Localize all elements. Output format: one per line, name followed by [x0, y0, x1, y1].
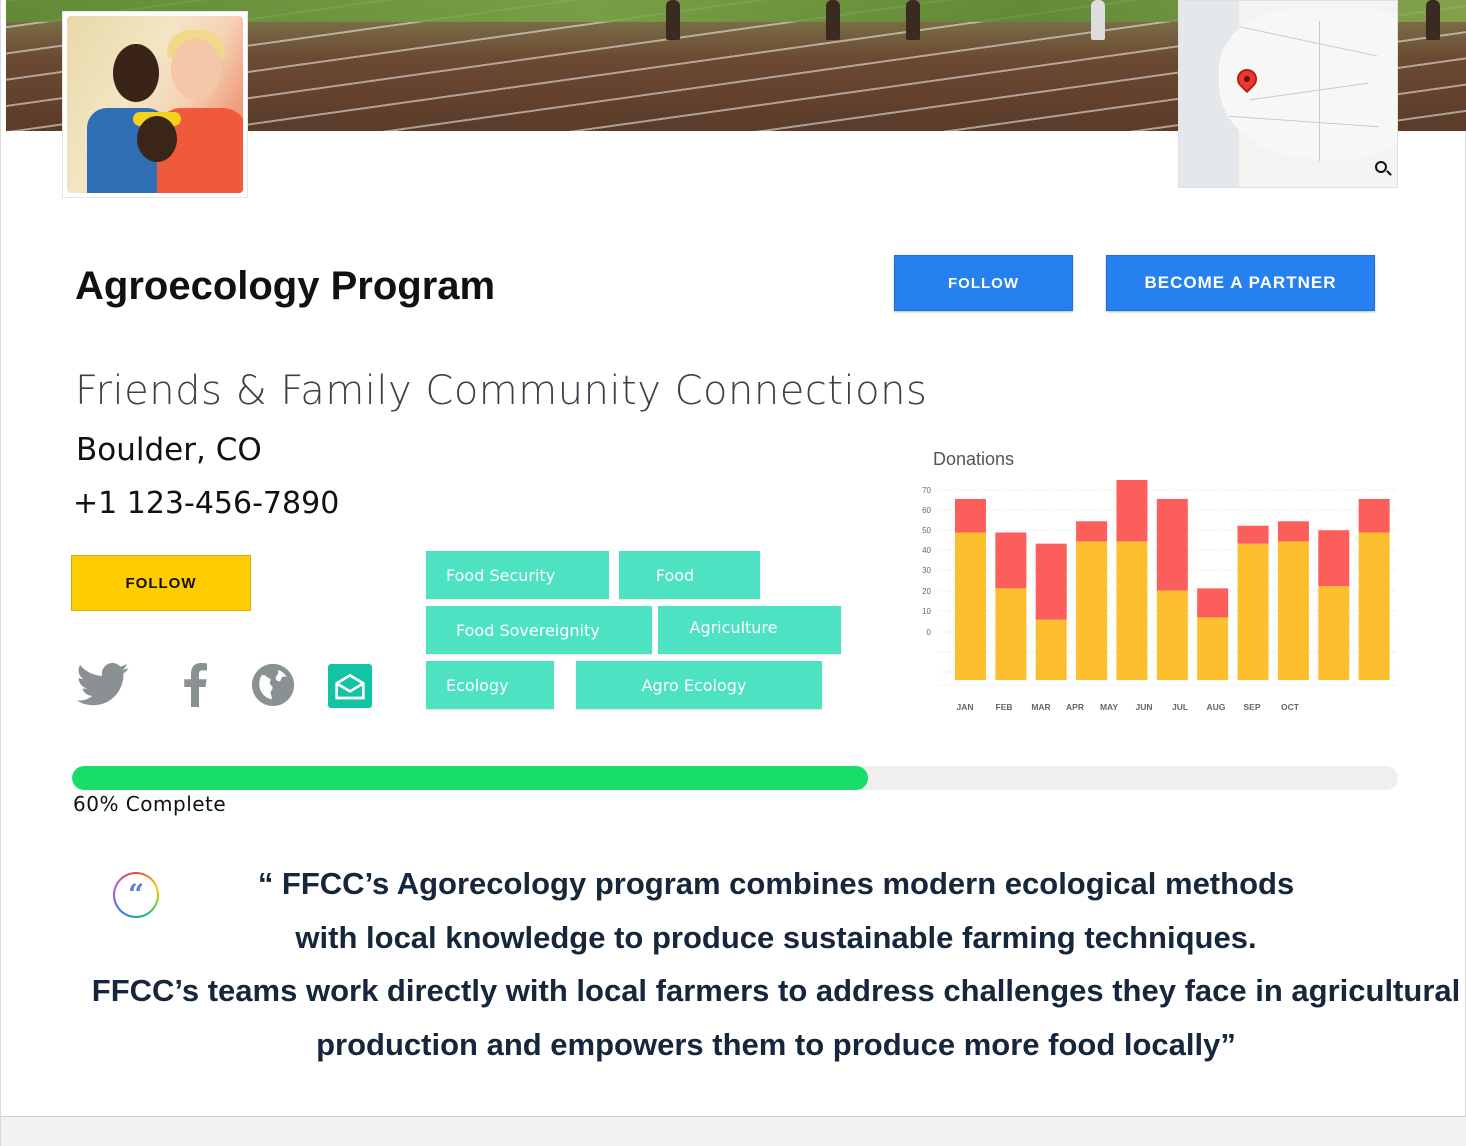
tag-food-security[interactable]: Food Security — [426, 551, 609, 599]
quote-line: with local knowledge to produce sustaina… — [295, 920, 1257, 955]
location-text: Boulder, CO — [76, 432, 262, 468]
bar-segment-top — [1197, 588, 1229, 618]
profile-avatar[interactable] — [62, 11, 248, 198]
quote-line: “ FFCC’s Agorecology program combines mo… — [257, 866, 1295, 901]
bar-segment-base — [1318, 586, 1350, 680]
tag-food-sovereignty[interactable]: Food Sovereignity — [426, 606, 652, 654]
y-tick-label: 40 — [922, 546, 931, 555]
y-tick-label: 20 — [922, 587, 931, 596]
progress-bar — [72, 766, 1398, 790]
x-tick-label: MAY — [1100, 702, 1118, 712]
bar-segment-top — [1318, 530, 1350, 587]
organization-name: Friends & Family Community Connections — [75, 368, 928, 414]
tag-agro-ecology[interactable]: Agro Ecology — [576, 661, 822, 709]
x-tick-label: MAR — [1031, 702, 1050, 712]
banner-figure — [826, 0, 840, 40]
progress-fill — [72, 766, 868, 790]
avatar-photo — [67, 16, 243, 193]
bar-segment-base — [1197, 617, 1229, 680]
x-tick-label: OCT — [1281, 702, 1300, 712]
bar-segment-base — [1156, 590, 1188, 680]
location-map[interactable] — [1178, 0, 1398, 188]
y-tick-label: 30 — [922, 566, 931, 575]
bar-segment-top — [1076, 521, 1108, 542]
tag-food[interactable]: Food — [619, 551, 760, 599]
x-tick-label: APR — [1066, 702, 1084, 712]
mail-icon[interactable] — [328, 664, 372, 708]
become-partner-button[interactable]: BECOME A PARTNER — [1106, 255, 1375, 311]
bar-segment-top — [1116, 480, 1148, 542]
x-tick-label: JUN — [1135, 702, 1152, 712]
page: Agroecology Program FOLLOW BECOME A PART… — [0, 0, 1466, 1146]
bar-segment-top — [1035, 543, 1067, 620]
y-tick-label: 50 — [922, 526, 931, 535]
bar-segment-base — [1358, 532, 1390, 680]
quote-line: production and empowers them to produce … — [316, 1027, 1236, 1062]
bar-segment-top — [1156, 498, 1188, 591]
banner-figure — [1091, 0, 1105, 40]
page-title: Agroecology Program — [75, 264, 496, 308]
x-tick-label: JAN — [956, 702, 973, 712]
bar-segment-base — [995, 588, 1027, 680]
tag-agriculture[interactable]: Agriculture — [658, 606, 841, 654]
x-tick-label: SEP — [1243, 702, 1260, 712]
donations-chart: 70 60 50 40 30 20 10 0 JAN FEB MAR APR MAY JUN JUL AUG S… — [922, 480, 1397, 712]
twitter-icon[interactable] — [75, 660, 131, 710]
globe-icon[interactable] — [249, 660, 297, 710]
bar-segment-top — [1277, 521, 1309, 542]
bar-segment-top — [1237, 525, 1269, 544]
y-tick-label: 10 — [922, 607, 931, 616]
quote-line: FFCC’s teams work directly with local fa… — [91, 973, 1461, 1008]
x-tick-label: FEB — [996, 702, 1013, 712]
chart-title: Donations — [933, 449, 1015, 469]
x-tick-label: JUL — [1172, 702, 1188, 712]
follow-button[interactable]: FOLLOW — [71, 555, 251, 611]
bar-segment-base — [1035, 619, 1067, 680]
bar-segment-top — [995, 532, 1027, 589]
bar-segment-top — [1358, 498, 1390, 533]
progress-label: 60% Complete — [73, 792, 227, 816]
bar-segment-base — [1277, 541, 1309, 680]
x-tick-label: AUG — [1207, 702, 1226, 712]
banner-figure — [1426, 0, 1440, 40]
bar-segment-base — [1116, 541, 1148, 680]
phone-number: +1 123-456-7890 — [73, 486, 340, 521]
y-tick-label: 70 — [922, 486, 931, 495]
bar-segment-top — [955, 498, 986, 533]
bar-segment-base — [1237, 543, 1269, 680]
banner-figure — [666, 0, 680, 40]
follow-button-top[interactable]: FOLLOW — [894, 255, 1073, 311]
banner-figure — [906, 0, 920, 40]
tag-ecology[interactable]: Ecology — [426, 661, 554, 709]
bar-segment-base — [1076, 541, 1108, 680]
search-icon[interactable] — [1375, 161, 1387, 173]
bar-segment-base — [955, 532, 986, 680]
y-tick-label: 0 — [927, 628, 932, 637]
facebook-icon[interactable] — [177, 660, 213, 710]
footer-divider — [1, 1116, 1466, 1146]
y-tick-label: 60 — [922, 506, 931, 515]
